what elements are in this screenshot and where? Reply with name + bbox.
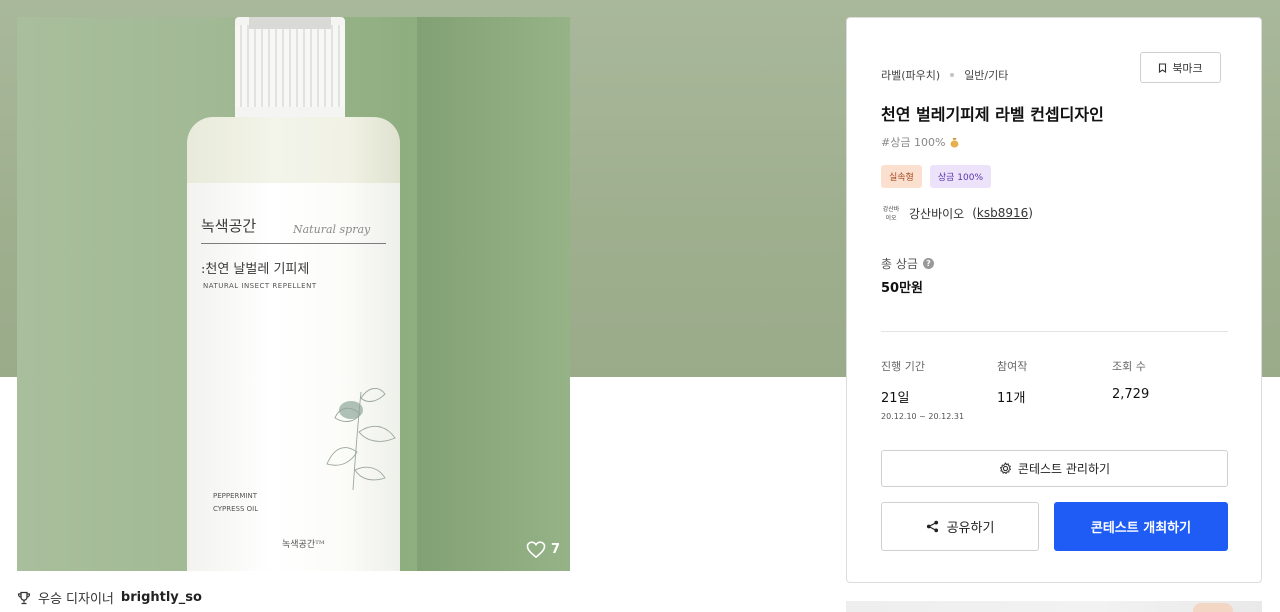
money-bag-icon — [950, 137, 959, 148]
herb-illustration — [326, 388, 396, 491]
share-icon — [926, 520, 938, 533]
host-name: 강산바이오 — [909, 206, 965, 221]
bottle-cap-top — [249, 17, 331, 29]
host-id-link[interactable]: ksb8916 — [977, 206, 1028, 220]
next-panel-preview — [846, 601, 1262, 612]
share-label: 공유하기 — [946, 521, 995, 536]
prize-hashtag[interactable]: #상금 100% — [881, 134, 960, 150]
badge-prize: 상금 100% — [929, 165, 991, 188]
total-prize-label: 총 상금 ? — [881, 255, 934, 272]
bookmark-icon — [1159, 62, 1167, 73]
trophy-icon — [17, 591, 31, 604]
contest-title: 천연 벌레기피제 라벨 컨셉디자인 — [881, 105, 1104, 124]
stat-value: 21일 — [881, 391, 910, 406]
host-logo: 강산바이오 — [882, 206, 900, 222]
label-subtitle: NATURAL INSECT REPELLENT — [203, 282, 317, 290]
stat-views: 조회 수 2,729 — [1112, 358, 1149, 402]
designer-prefix: 우승 디자이너 — [38, 592, 114, 607]
label-footer: 녹색공간ᵀᴹ — [282, 540, 325, 550]
bookmark-label: 북마크 — [1172, 61, 1203, 75]
preview-accent — [1193, 603, 1233, 612]
stat-label: 진행 기간 — [881, 360, 925, 373]
stat-date-range: 20.12.10 ~ 20.12.31 — [881, 412, 965, 421]
divider — [881, 331, 1228, 332]
contest-info-panel: 북마크 라벨(파우치) 일반/기타 천연 벌레기피제 라벨 컨셉디자인 #상금 … — [846, 17, 1262, 583]
bottle-cap — [235, 17, 345, 117]
like-count: 7 — [550, 542, 560, 557]
label-product-name: :천연 날벌레 기피제 — [201, 262, 310, 277]
like-button[interactable]: 7 — [526, 541, 560, 558]
winner-designer: 우승 디자이너 brightly_so — [17, 588, 202, 607]
category-main[interactable]: 라벨(파우치) — [881, 67, 940, 83]
breadcrumb: 라벨(파우치) 일반/기타 — [881, 67, 1008, 83]
heart-icon — [526, 541, 546, 558]
label-ingredient-1: PEPPERMINT — [213, 492, 257, 500]
label-ingredient-2: CYPRESS OIL — [213, 505, 259, 513]
stat-entries: 참여작 11개 — [997, 358, 1027, 406]
gear-icon — [999, 462, 1011, 475]
label-rule — [201, 243, 386, 244]
total-prize-value: 50만원 — [881, 281, 924, 296]
total-prize-label-text: 총 상금 — [881, 257, 918, 271]
label-ingredients: PEPPERMINT CYPRESS OIL — [213, 490, 258, 516]
badge-practical: 실속형 — [881, 165, 922, 188]
category-sub[interactable]: 일반/기타 — [964, 67, 1008, 83]
share-button[interactable]: 공유하기 — [881, 502, 1039, 551]
manage-contest-button[interactable]: 콘테스트 관리하기 — [881, 450, 1228, 487]
stat-value: 11개 — [997, 391, 1026, 406]
label-script: Natural spray — [293, 223, 371, 236]
prize-hashtag-text: #상금 100% — [881, 136, 946, 149]
bookmark-button[interactable]: 북마크 — [1140, 52, 1221, 83]
product-image[interactable]: 녹색공간 Natural spray :천연 날벌레 기피제 NATURAL I… — [17, 17, 570, 571]
open-contest-button[interactable]: 콘테스트 개최하기 — [1054, 502, 1228, 551]
stat-label: 조회 수 — [1112, 360, 1146, 373]
manage-contest-label: 콘테스트 관리하기 — [1017, 462, 1111, 476]
stat-duration: 진행 기간 21일 20.12.10 ~ 20.12.31 — [881, 358, 964, 421]
stat-label: 참여작 — [997, 360, 1028, 373]
image-shadow — [417, 17, 570, 571]
host-info: 강산바이오 강산바이오 (ksb8916) — [882, 206, 1033, 222]
category-separator — [950, 73, 955, 77]
help-icon[interactable]: ? — [922, 258, 934, 269]
badge-list: 실속형 상금 100% — [881, 165, 991, 188]
stat-value: 2,729 — [1112, 387, 1150, 402]
label-brand: 녹색공간 — [201, 217, 257, 235]
designer-name[interactable]: brightly_so — [121, 590, 202, 605]
